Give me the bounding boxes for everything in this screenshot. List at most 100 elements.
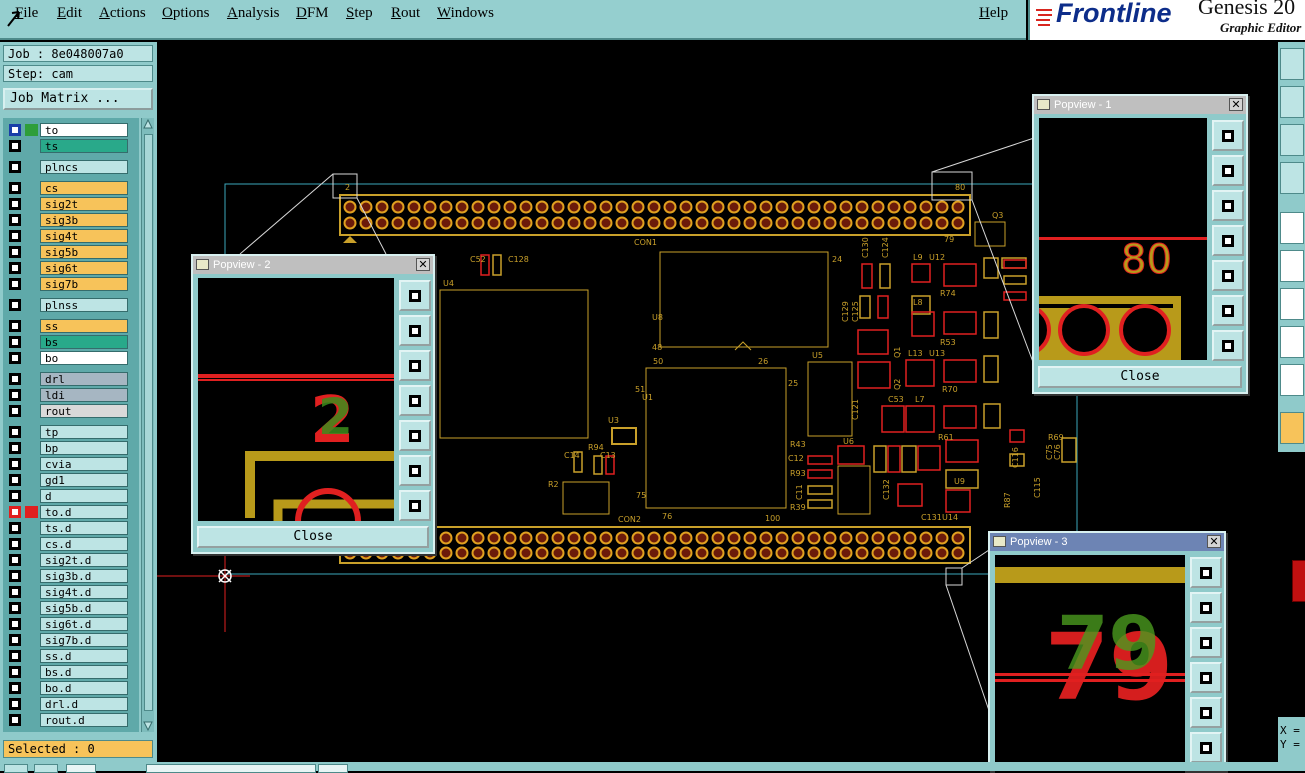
zoom-in-icon[interactable] xyxy=(1190,592,1222,623)
layer-checkbox[interactable] xyxy=(9,214,21,226)
layer-name[interactable]: sig6t xyxy=(40,261,128,275)
tool-zoom-icon[interactable] xyxy=(1280,48,1304,80)
layer-name[interactable]: sig3b xyxy=(40,213,128,227)
center-icon[interactable] xyxy=(1212,330,1244,361)
layer-name[interactable]: d xyxy=(40,489,128,503)
layer-name[interactable]: ss xyxy=(40,319,128,333)
layer-checkbox[interactable] xyxy=(9,262,21,274)
layer-checkbox[interactable] xyxy=(9,570,21,582)
layer-name[interactable]: bo.d xyxy=(40,681,128,695)
menu-step[interactable]: Step xyxy=(346,5,373,22)
scroll-up-icon[interactable] xyxy=(143,119,153,129)
tool-poly-icon[interactable] xyxy=(1280,364,1304,396)
layer-name[interactable]: bs.d xyxy=(40,665,128,679)
layer-checkbox[interactable] xyxy=(9,666,21,678)
layer-checkbox[interactable] xyxy=(9,490,21,502)
layer-row[interactable]: sig5b xyxy=(6,245,128,259)
layer-row[interactable]: ss.d xyxy=(6,649,128,663)
layer-checkbox[interactable] xyxy=(9,336,21,348)
zoom-box-icon[interactable] xyxy=(1190,557,1222,588)
layer-checkbox[interactable] xyxy=(9,602,21,614)
layer-row[interactable]: plncs xyxy=(6,160,128,174)
layer-checkbox[interactable] xyxy=(9,389,21,401)
layer-affected-indicator[interactable] xyxy=(25,124,38,136)
popview-1-window[interactable]: Popview - 1 ✕ 80 Close xyxy=(1032,94,1248,394)
popview-3-view[interactable]: 79 79 xyxy=(995,555,1185,773)
popview-1-view[interactable]: 80 xyxy=(1039,118,1207,360)
layer-checkbox[interactable] xyxy=(9,474,21,486)
layer-name[interactable]: cs xyxy=(40,181,128,195)
zoom-in-icon[interactable] xyxy=(399,315,431,346)
fit-icon[interactable] xyxy=(1190,732,1222,763)
window-menu-icon[interactable] xyxy=(1037,99,1050,110)
fit-icon[interactable] xyxy=(399,455,431,486)
layer-name[interactable]: rout.d xyxy=(40,713,128,727)
layer-name[interactable]: sig4t.d xyxy=(40,585,128,599)
layer-row[interactable]: tp xyxy=(6,425,128,439)
tool-line-icon[interactable] xyxy=(1280,288,1304,320)
popview-1-titlebar[interactable]: Popview - 1 ✕ xyxy=(1034,96,1246,114)
layer-row[interactable]: plnss xyxy=(6,298,128,312)
layer-checkbox[interactable] xyxy=(9,405,21,417)
layer-row[interactable]: drl.d xyxy=(6,697,128,711)
zoom-out-icon[interactable] xyxy=(1212,190,1244,221)
layer-name[interactable]: sig5b xyxy=(40,245,128,259)
layer-row[interactable]: sig2t xyxy=(6,197,128,211)
layer-name[interactable]: rout xyxy=(40,404,128,418)
pan-right-icon[interactable] xyxy=(1212,260,1244,291)
layer-name[interactable]: plnss xyxy=(40,298,128,312)
tool-select-icon[interactable] xyxy=(1280,412,1304,444)
layer-checkbox[interactable] xyxy=(9,124,21,136)
status-button-1[interactable] xyxy=(4,764,28,773)
layer-row[interactable]: ss xyxy=(6,319,128,333)
layer-row[interactable]: ts.d xyxy=(6,521,128,535)
layer-row[interactable]: rout xyxy=(6,404,128,418)
layer-name[interactable]: bp xyxy=(40,441,128,455)
layer-row[interactable]: bp xyxy=(6,441,128,455)
layer-checkbox[interactable] xyxy=(9,352,21,364)
popview-3-window[interactable]: Popview - 3 ✕ 79 79 xyxy=(988,531,1226,773)
layer-row[interactable]: sig6t xyxy=(6,261,128,275)
zoom-out-icon[interactable] xyxy=(1190,627,1222,658)
center-icon[interactable] xyxy=(399,490,431,521)
tool-measure-icon[interactable] xyxy=(1280,162,1304,194)
layer-name[interactable]: bs xyxy=(40,335,128,349)
layer-checkbox[interactable] xyxy=(9,586,21,598)
layer-checkbox[interactable] xyxy=(9,373,21,385)
menu-rout[interactable]: Rout xyxy=(391,5,420,22)
layer-row[interactable]: bo.d xyxy=(6,681,128,695)
pan-left-icon[interactable] xyxy=(1190,662,1222,693)
popview-2-view[interactable]: 2 2 xyxy=(198,278,394,521)
menu-dfm[interactable]: DFM xyxy=(296,5,329,22)
menu-edit[interactable]: Edit xyxy=(57,5,82,22)
status-button-3[interactable] xyxy=(66,764,96,773)
layer-row[interactable]: sig7b xyxy=(6,277,128,291)
layer-name[interactable]: bo xyxy=(40,351,128,365)
layer-row[interactable]: bs.d xyxy=(6,665,128,679)
tool-arc-icon[interactable] xyxy=(1280,326,1304,358)
job-matrix-button[interactable]: Job Matrix ... xyxy=(3,88,153,110)
layer-name[interactable]: sig5b.d xyxy=(40,601,128,615)
layer-name[interactable]: ts.d xyxy=(40,521,128,535)
layer-name[interactable]: sig2t.d xyxy=(40,553,128,567)
layer-name[interactable]: ss.d xyxy=(40,649,128,663)
popview-2-window[interactable]: Popview - 2 ✕ 2 2 Close xyxy=(191,254,435,554)
layer-row[interactable]: drl xyxy=(6,372,128,386)
status-button-4[interactable] xyxy=(318,764,348,773)
layer-checkbox[interactable] xyxy=(9,140,21,152)
pan-left-icon[interactable] xyxy=(1212,225,1244,256)
layer-row[interactable]: to.d xyxy=(6,505,128,519)
layer-checkbox[interactable] xyxy=(9,538,21,550)
layer-row[interactable]: cs.d xyxy=(6,537,128,551)
layer-name[interactable]: sig3b.d xyxy=(40,569,128,583)
layer-name[interactable]: sig2t xyxy=(40,197,128,211)
layer-checkbox[interactable] xyxy=(9,618,21,630)
layer-name[interactable]: sig7b.d xyxy=(40,633,128,647)
pan-right-icon[interactable] xyxy=(1190,697,1222,728)
layer-row[interactable]: ts xyxy=(6,139,128,153)
layer-row[interactable]: to xyxy=(6,123,128,137)
layer-checkbox[interactable] xyxy=(9,522,21,534)
layer-checkbox[interactable] xyxy=(9,714,21,726)
layer-list-scrollbar[interactable] xyxy=(141,118,154,732)
layer-checkbox[interactable] xyxy=(9,634,21,646)
